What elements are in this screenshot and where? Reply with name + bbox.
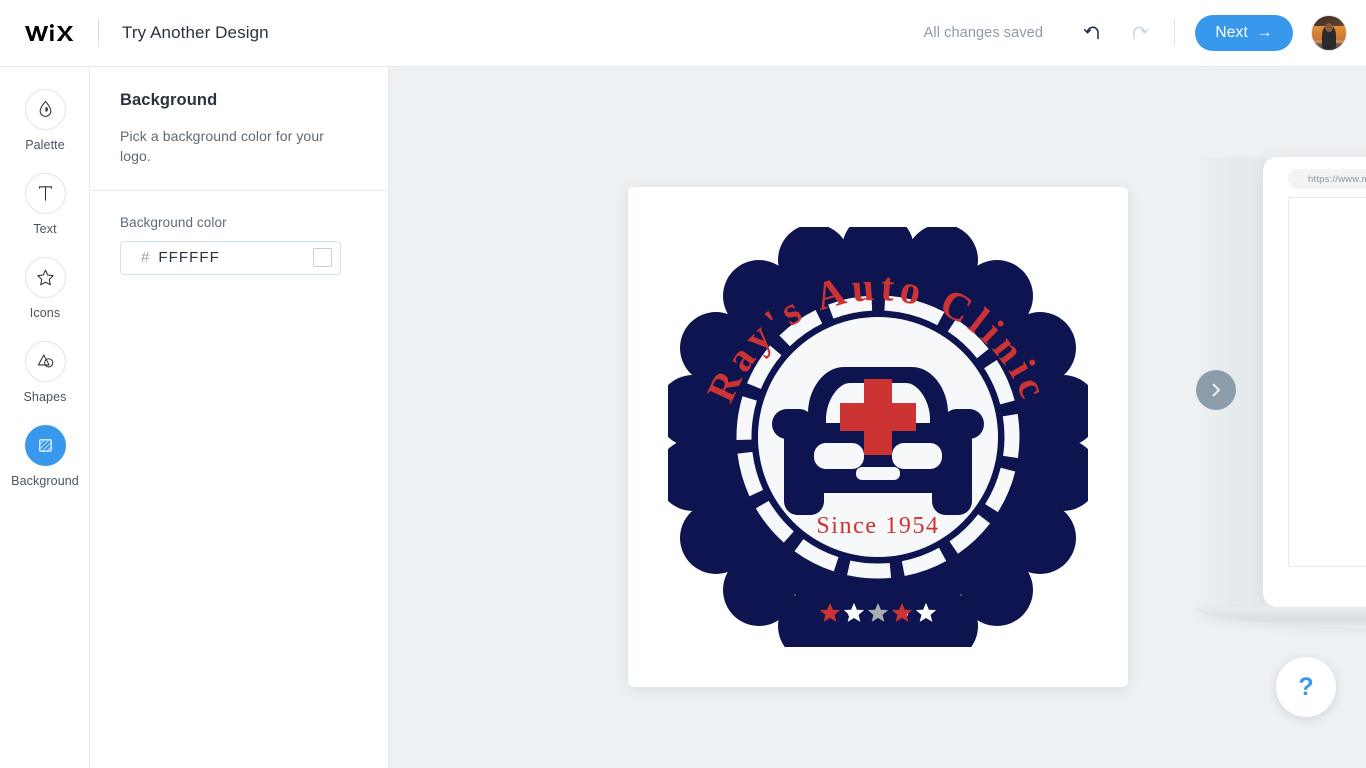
sidebar-item-label: Palette [25, 138, 65, 152]
next-button-label: Next [1215, 24, 1248, 41]
background-panel: Background Pick a background color for y… [90, 67, 389, 768]
logo-tagline-text: Since 1954 [816, 513, 939, 539]
sidebar-item-label: Shapes [23, 390, 67, 404]
left-rail: Palette Text Icons Shapes Background [0, 67, 90, 768]
text-t-icon [24, 173, 66, 214]
sidebar-item-label: Background [11, 474, 79, 488]
topbar-action-divider [1174, 20, 1175, 46]
droplet-icon [24, 89, 66, 130]
undo-button[interactable] [1074, 14, 1112, 52]
mockup-url-bar: https://www.m [1288, 169, 1366, 189]
star-outline-icon [24, 257, 66, 298]
sidebar-item-palette[interactable]: Palette [0, 89, 90, 152]
mockup-base [1193, 607, 1366, 629]
chevron-right-icon [1212, 383, 1220, 397]
panel-header: Background Pick a background color for y… [90, 67, 388, 167]
arrow-right-icon: → [1256, 24, 1273, 41]
question-mark-icon: ? [1298, 672, 1314, 701]
logo-canvas[interactable]: Since 1954 Ray's Auto Clinic [628, 187, 1128, 687]
sidebar-item-text[interactable]: Text [0, 173, 90, 236]
mockup-shell: https://www.m [1263, 157, 1366, 607]
page-title: Try Another Design [122, 23, 269, 42]
wix-logo[interactable] [24, 20, 76, 46]
mockup-url-text: https://www.m [1308, 173, 1366, 185]
sidebar-item-label: Text [33, 222, 57, 236]
redo-button[interactable] [1120, 14, 1158, 52]
background-hatch-icon [24, 425, 66, 466]
wix-logo-maker-app: Try Another Design All changes saved Nex… [0, 0, 1366, 768]
hash-symbol: # [141, 249, 150, 267]
shapes-icon [24, 341, 66, 382]
color-swatch-button[interactable] [313, 248, 332, 268]
sidebar-item-shapes[interactable]: Shapes [0, 341, 90, 404]
sidebar-item-background[interactable]: Background [0, 425, 90, 488]
preview-next-arrow-button[interactable] [1196, 370, 1236, 410]
topbar-divider [98, 19, 99, 47]
sidebar-item-icons[interactable]: Icons [0, 257, 90, 320]
avatar-head [1324, 22, 1334, 32]
hex-color-field[interactable]: # [120, 240, 341, 275]
panel-body: Background color # [90, 191, 388, 275]
mockup-viewport [1288, 197, 1366, 567]
browser-mockup-preview[interactable]: https://www.m [1193, 157, 1366, 629]
logo-artwork: Since 1954 Ray's Auto Clinic [668, 227, 1088, 647]
sidebar-item-label: Icons [29, 306, 61, 320]
panel-subtitle: Pick a background color for your logo. [120, 128, 324, 165]
topbar-actions: All changes saved Next → [924, 14, 1366, 52]
avatar[interactable] [1311, 15, 1347, 51]
top-bar: Try Another Design All changes saved Nex… [0, 0, 1366, 67]
next-button[interactable]: Next → [1195, 15, 1293, 51]
background-color-label: Background color [120, 214, 227, 230]
logo-preview-stage: Since 1954 Ray's Auto Clinic https://www… [389, 67, 1366, 768]
hex-input[interactable] [158, 249, 313, 267]
panel-title: Background [120, 91, 218, 109]
save-status: All changes saved [923, 25, 1043, 41]
help-button[interactable]: ? [1276, 657, 1336, 717]
